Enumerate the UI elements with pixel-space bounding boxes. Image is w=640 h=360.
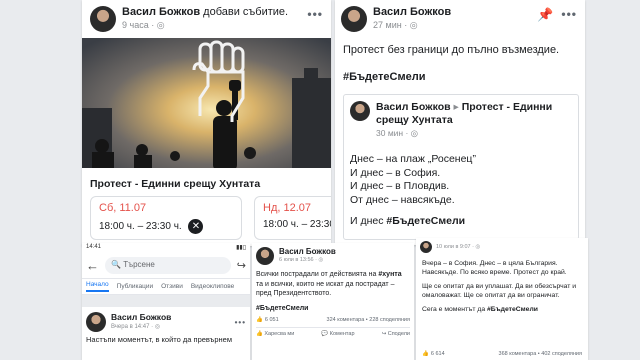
tab-home[interactable]: Начало xyxy=(86,281,109,292)
like-reaction-icon: 👍 xyxy=(256,316,263,323)
event-date-1-time: 18:00 ч. – 23:30 ч. xyxy=(99,221,182,233)
pin-icon: 📌 xyxy=(537,7,554,22)
comment-label: Коментар xyxy=(329,330,355,337)
share-button[interactable]: ↪ Сподели xyxy=(382,331,410,337)
status-time: 14:41 xyxy=(86,244,102,250)
post-paragraph-2: Ще се опитат да ви уплашат. Да ви обезсъ… xyxy=(422,283,577,299)
post-time[interactable]: 6 юли в 13:56 · ◎ xyxy=(279,256,410,265)
post-text-part: Всички пострадали от действията на xyxy=(256,271,379,278)
avatar[interactable] xyxy=(350,101,370,121)
mobile-page-card: 14:41 ▮▮▯ ← 🔍 Търсене ↪ Начало Публикаци… xyxy=(82,243,250,360)
arrow-icon: ▸ xyxy=(453,101,459,113)
close-icon[interactable]: ✕ xyxy=(188,219,204,234)
shared-post[interactable]: Васил Божков ▸ Протест - Единни срещу Ху… xyxy=(343,94,579,240)
reaction-post-card: Васил Божков 6 юли в 13:56 · ◎ Всички по… xyxy=(252,243,414,360)
shared-last-line: И днес xyxy=(350,215,384,227)
avatar[interactable] xyxy=(420,241,432,253)
event-date-1-day: Сб, 11.07 xyxy=(99,202,147,214)
author-name[interactable]: Васил Божков xyxy=(122,6,200,18)
more-options-icon[interactable]: ••• xyxy=(307,7,323,21)
search-input[interactable]: 🔍 Търсене xyxy=(105,257,231,274)
share-label: Сподели xyxy=(387,330,410,337)
battery-icon: ▮▮▯ xyxy=(236,245,246,251)
like-button[interactable]: 👍 Харесва ми xyxy=(256,331,294,337)
post-time[interactable]: 27 мин · ◎ xyxy=(373,19,537,32)
avatar[interactable] xyxy=(256,247,274,265)
post-text-part: Сега е моментът да xyxy=(422,306,488,313)
tab-videos[interactable]: Видеоклипове xyxy=(191,283,234,290)
shared-line: И днес – в София. xyxy=(350,166,441,179)
post-time[interactable]: Вчера в 14:47 · ◎ xyxy=(111,322,235,332)
search-icon: 🔍 xyxy=(111,260,121,269)
post-paragraph-1: Вчера – в София. Днес – в цяла България.… xyxy=(422,260,567,276)
event-date-2-day: Нд, 12.07 xyxy=(263,202,312,214)
avatar[interactable] xyxy=(86,312,106,332)
post-text: Протест без граници до пълно възмездие. xyxy=(343,44,560,56)
reaction-count[interactable]: 6 051 xyxy=(265,317,327,323)
avatar[interactable] xyxy=(341,6,367,32)
more-options-icon[interactable]: ••• xyxy=(561,7,577,21)
comments-shares-count[interactable]: 368 коментара • 402 споделяния xyxy=(499,351,582,357)
shared-line: Днес – на плаж „Росенец” xyxy=(350,153,476,165)
post-text: Всички пострадали от действията на #хунт… xyxy=(252,265,414,299)
comments-shares-count[interactable]: 324 коментара • 228 споделяния xyxy=(327,317,410,323)
event-title[interactable]: Протест - Единни срещу Хунтата xyxy=(90,178,260,190)
event-date-2[interactable]: Нд, 12.07 18:00 ч. – 23:30 ч. xyxy=(254,196,331,240)
shared-line: И днес – в Пловдив. xyxy=(350,180,450,192)
shared-post-card: Васил Божков 27 мин · ◎ 📌 ••• Протест бе… xyxy=(335,0,585,245)
post-text-part: та и всички, които не искат да пострадат… xyxy=(256,280,395,298)
event-post-card: Васил Божков добави събитие. 9 часа · ◎ … xyxy=(82,0,331,246)
event-date-1[interactable]: Сб, 11.07 18:00 ч. – 23:30 ч. ✕ xyxy=(90,196,242,240)
post-hashtag[interactable]: #БъдетеСмели xyxy=(343,71,425,83)
reaction-count[interactable]: 6 614 xyxy=(431,351,499,357)
like-reaction-icon: 👍 xyxy=(422,351,429,357)
shared-author-name[interactable]: Васил Божков xyxy=(376,101,451,113)
tab-reviews[interactable]: Отзиви xyxy=(161,283,183,290)
author-name[interactable]: Васил Божков xyxy=(111,312,235,322)
event-date-2-time: 18:00 ч. – 23:30 ч. xyxy=(263,219,331,230)
post-time[interactable]: 9 часа · ◎ xyxy=(122,19,307,32)
comment-button[interactable]: 💬 Коментар xyxy=(321,331,354,337)
shared-line: От днес – навсякъде. xyxy=(350,193,455,206)
event-cover-image[interactable] xyxy=(82,38,331,168)
hashtag-link[interactable]: #БъдетеСмели xyxy=(487,306,538,313)
tab-posts[interactable]: Публикации xyxy=(117,283,153,290)
like-label: Харесва ми xyxy=(264,330,295,337)
shared-hashtag[interactable]: #БъдетеСмели xyxy=(386,215,465,227)
post-text: Настъпи моментът, в който да превърнем xyxy=(86,335,232,344)
shared-post-time[interactable]: 30 мин · ◎ xyxy=(376,127,572,140)
search-placeholder: Търсене xyxy=(123,260,155,269)
author-name[interactable]: Васил Божков xyxy=(279,247,410,256)
avatar[interactable] xyxy=(90,6,116,32)
share-icon[interactable]: ↪ xyxy=(237,259,246,272)
post-hashtag[interactable]: #БъдетеСмели xyxy=(252,299,414,312)
more-options-icon[interactable]: ••• xyxy=(235,318,246,327)
post-action: добави събитие. xyxy=(203,6,289,18)
hashtag-link[interactable]: #хунта xyxy=(378,271,401,278)
post-paragraph-3: Сега е моментът да #БъдетеСмели xyxy=(422,305,582,314)
post-time[interactable]: 10 юли в 9:07 · ◎ xyxy=(436,244,480,250)
author-name[interactable]: Васил Божков xyxy=(373,6,537,19)
back-icon[interactable]: ← xyxy=(86,258,99,273)
text-post-card: 10 юли в 9:07 · ◎ Вчера – в София. Днес … xyxy=(416,238,588,360)
